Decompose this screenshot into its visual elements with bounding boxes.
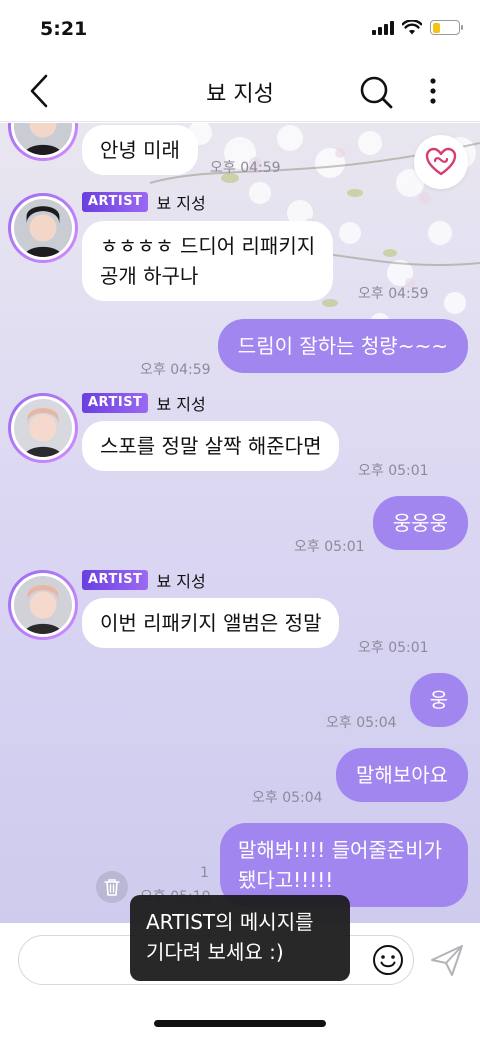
- status-icons: [372, 20, 463, 35]
- message-bubble[interactable]: 웅: [409, 673, 468, 727]
- battery-icon: [430, 20, 463, 35]
- unread-count: 1: [200, 865, 209, 881]
- chat-header: 뵤 지성: [0, 60, 480, 122]
- artist-avatar[interactable]: [8, 570, 78, 640]
- message-time: 오후 04:59: [210, 160, 281, 176]
- sender-name: 뵤 지성: [156, 395, 206, 414]
- message-bubble[interactable]: 웅웅웅: [372, 496, 468, 550]
- sender-name: 뵤 지성: [156, 572, 206, 591]
- status-time: 5:21: [40, 18, 88, 40]
- message-bubble[interactable]: 드림이 잘하는 청량~~~: [217, 319, 468, 373]
- artist-badge: ARTIST: [82, 192, 149, 212]
- heart-icon: [425, 147, 457, 176]
- message-time: 오후 04:59: [140, 362, 211, 378]
- trash-icon: [104, 879, 120, 896]
- emoji-icon[interactable]: [371, 943, 405, 977]
- more-vertical-icon[interactable]: [418, 72, 448, 112]
- search-icon[interactable]: [356, 72, 396, 112]
- delete-button[interactable]: [96, 871, 128, 903]
- chat-title: 뵤 지성: [206, 82, 274, 107]
- sender-row: ARTIST 뵤 지성: [82, 191, 206, 213]
- artist-badge: ARTIST: [82, 570, 149, 590]
- artist-badge: ARTIST: [82, 393, 149, 413]
- back-arrow-icon[interactable]: [24, 72, 56, 110]
- artist-avatar[interactable]: [8, 193, 78, 263]
- artist-avatar[interactable]: [8, 393, 78, 463]
- sender-row: ARTIST 뵤 지성: [82, 569, 206, 591]
- message-bubble[interactable]: 이번 리패키지 앨범은 정말: [82, 598, 340, 648]
- message-bubble[interactable]: 스포를 정말 살짝 해준다면: [82, 421, 340, 471]
- message-bubble[interactable]: 말해보아요: [336, 748, 468, 802]
- toast-message: ARTIST의 메시지를 기다려 보세요 :): [130, 895, 350, 981]
- message-time: 오후 05:01: [358, 640, 429, 656]
- sender-name: 뵤 지성: [156, 194, 206, 213]
- wifi-icon: [402, 20, 422, 35]
- home-indicator: [154, 1020, 326, 1027]
- message-bubble[interactable]: 안녕 미래: [82, 125, 198, 175]
- message-time: 오후 05:01: [358, 463, 429, 479]
- send-icon[interactable]: [428, 941, 466, 979]
- message-time: 오후 05:01: [294, 539, 365, 555]
- heart-button[interactable]: [414, 135, 468, 189]
- message-time: 오후 04:59: [358, 286, 429, 302]
- cellular-signal-icon: [372, 20, 394, 35]
- message-time: 오후 05:04: [326, 715, 397, 731]
- status-bar: 5:21: [0, 0, 480, 60]
- message-bubble[interactable]: ㅎㅎㅎㅎ 드디어 리패키지 공개 하구나: [82, 221, 334, 301]
- sender-row: ARTIST 뵤 지성: [82, 392, 206, 414]
- message-time: 오후 05:04: [252, 790, 323, 806]
- chat-area[interactable]: 안녕 미래 오후 04:59 ARTIST 뵤 지성 ㅎㅎㅎㅎ 드디어 리패키지…: [0, 123, 480, 923]
